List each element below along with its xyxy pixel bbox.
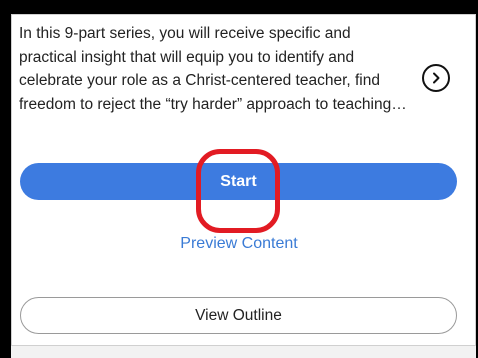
chevron-right-icon [433, 72, 440, 84]
bottom-divider [11, 346, 476, 358]
expand-description-button[interactable] [422, 64, 450, 92]
plan-description: In this 9-part series, you will receive … [19, 25, 392, 113]
start-button[interactable]: Start [20, 163, 457, 200]
preview-content-link[interactable]: Preview Content [0, 235, 478, 253]
view-outline-button[interactable]: View Outline [20, 297, 457, 334]
